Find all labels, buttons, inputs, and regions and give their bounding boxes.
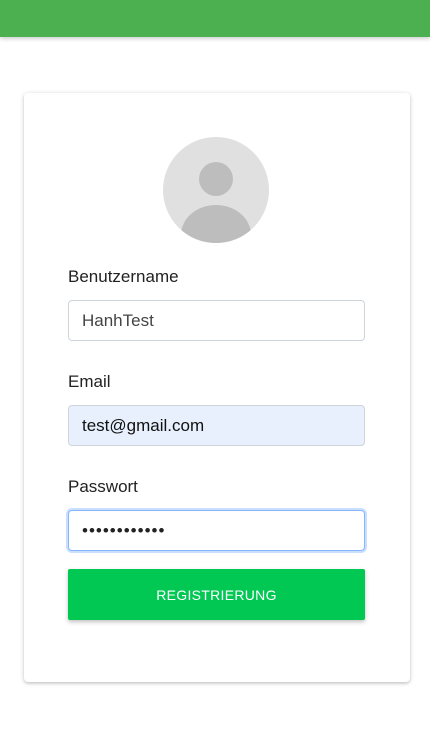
username-input[interactable] [68,300,365,341]
password-label: Passwort [68,477,138,496]
top-app-bar [0,0,430,37]
register-button[interactable]: REGISTRIERUNG [68,569,365,620]
email-input[interactable] [68,405,365,446]
password-input[interactable] [68,510,365,551]
registration-card: Benutzername Email Passwort REGISTRIERUN… [24,93,410,682]
email-label: Email [68,372,111,391]
avatar-placeholder-icon [163,137,269,243]
username-label: Benutzername [68,267,179,286]
